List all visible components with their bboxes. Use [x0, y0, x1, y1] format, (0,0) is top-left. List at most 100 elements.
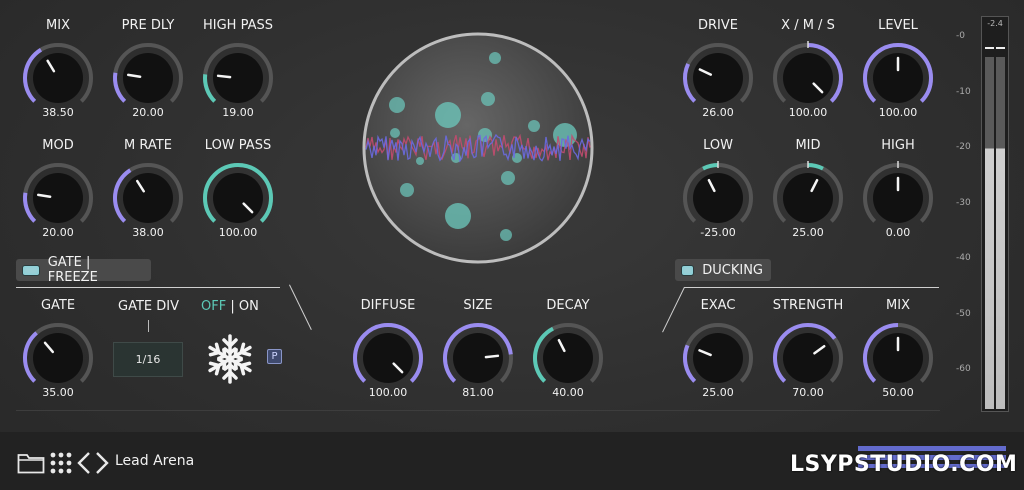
strength-knob-body [783, 333, 833, 383]
gate-freeze-label: GATE | FREEZE [47, 255, 98, 285]
exac-arc [683, 344, 697, 383]
meter-scale-tick: -20 [956, 142, 971, 152]
mod-dial[interactable] [20, 160, 96, 236]
gate-div-tick [148, 320, 149, 332]
decay-label: DECAY [546, 298, 590, 313]
duck-mix-dial[interactable] [860, 320, 936, 396]
m-rate-value: 38.00 [132, 226, 164, 239]
strength-knob[interactable]: STRENGTH 70.00 [758, 298, 858, 408]
level-dial[interactable] [860, 40, 936, 116]
size-dial[interactable] [440, 320, 516, 396]
pre-dly-knob-body [123, 53, 173, 103]
exac-label: EXAC [700, 298, 736, 313]
freeze-sep: | [226, 299, 239, 314]
mod-knob[interactable]: MOD 20.00 [8, 138, 108, 248]
mix-knob-body [33, 53, 83, 103]
mod-knob-body [33, 173, 83, 223]
low-pass-knob-body [213, 173, 263, 223]
folder-icon[interactable] [17, 452, 45, 474]
m-rate-knob[interactable]: M RATE 38.00 [98, 138, 198, 248]
exac-dial[interactable] [680, 320, 756, 396]
prev-preset-icon[interactable] [77, 451, 91, 475]
freeze-p-label: P [271, 351, 278, 362]
high-dial[interactable] [860, 160, 936, 236]
low-knob-body [693, 173, 743, 223]
diffuse-dial[interactable] [350, 320, 426, 396]
pre-dly-knob[interactable]: PRE DLY 20.00 [98, 18, 198, 128]
mod-value: 20.00 [42, 226, 74, 239]
duck-mix-label: MIX [886, 298, 910, 313]
gate-knob[interactable]: GATE 35.00 [8, 298, 108, 408]
mix-knob[interactable]: MIX 38.50 [8, 18, 108, 128]
low-label: LOW [703, 138, 733, 153]
gate-freeze-toggle[interactable]: GATE | FREEZE [16, 255, 151, 285]
ducking-led [681, 264, 695, 276]
level-knob[interactable]: LEVEL 100.00 [848, 18, 948, 128]
strength-label: STRENGTH [772, 298, 844, 313]
gate-dial[interactable] [20, 320, 96, 396]
gate-knob-body [33, 333, 83, 383]
meter-scale-tick: -30 [956, 197, 971, 208]
mix-dial[interactable] [20, 40, 96, 116]
diffuse-value: 100.00 [368, 386, 408, 399]
high-pass-indicator [216, 74, 232, 79]
diffuse-knob-body [363, 333, 413, 383]
meter-readout: -2.4 [987, 19, 1003, 28]
gate-div-display[interactable]: 1/16 [113, 342, 183, 377]
next-preset-icon[interactable] [95, 451, 109, 475]
meter-scale-tick: -0 [956, 31, 965, 41]
mod-label: MOD [42, 138, 74, 153]
high-value: 0.00 [885, 226, 911, 239]
pre-dly-value: 20.00 [132, 106, 164, 119]
freeze-p-button[interactable]: P [267, 349, 282, 364]
xms-dial[interactable] [770, 40, 846, 116]
pre-dly-dial[interactable] [110, 40, 186, 116]
freeze-off-label: OFF [201, 299, 227, 314]
mid-knob[interactable]: MID 25.00 [758, 138, 858, 248]
size-knob[interactable]: SIZE 81.00 [428, 298, 528, 408]
duck-mix-value: 50.00 [882, 386, 914, 399]
drive-arc [683, 63, 697, 103]
duck-mix-knob[interactable]: MIX 50.00 [848, 298, 948, 408]
high-pass-label: HIGH PASS [203, 18, 273, 33]
meter-peak-left [985, 47, 994, 49]
ducking-toggle[interactable]: DUCKING [675, 259, 771, 281]
mix-label: MIX [46, 18, 70, 33]
diffuse-knob[interactable]: DIFFUSE 100.00 [338, 298, 438, 408]
level-label: LEVEL [878, 18, 918, 33]
decay-dial[interactable] [530, 320, 606, 396]
snowflake-icon[interactable] [203, 332, 257, 386]
high-pass-dial[interactable] [200, 40, 276, 116]
gate-label: GATE [40, 298, 76, 313]
ducking-label: DUCKING [702, 262, 763, 278]
output-meter: -2.4 [981, 16, 1009, 412]
mid-label: MID [795, 138, 821, 153]
low-pass-knob[interactable]: LOW PASS 100.00 [188, 138, 288, 248]
gate-value: 35.00 [42, 386, 74, 399]
high-knob[interactable]: HIGH 0.00 [848, 138, 948, 248]
low-pass-label: LOW PASS [204, 138, 272, 153]
preset-name[interactable]: Lead Arena [115, 453, 194, 469]
drive-knob-body [693, 53, 743, 103]
drive-dial[interactable] [680, 40, 756, 116]
meter-bar-left [985, 57, 994, 409]
xms-knob[interactable]: X / M / S 100.00 [758, 18, 858, 128]
low-dial[interactable] [680, 160, 756, 236]
low-value: -25.00 [700, 226, 736, 239]
mid-arc [807, 163, 824, 171]
ducking-section-divider [684, 287, 939, 288]
exac-value: 25.00 [702, 386, 734, 399]
mid-dial[interactable] [770, 160, 846, 236]
low-knob[interactable]: LOW -25.00 [668, 138, 768, 248]
high-pass-knob[interactable]: HIGH PASS 19.00 [188, 18, 288, 128]
decay-knob[interactable]: DECAY 40.00 [518, 298, 618, 408]
lower-divider [16, 410, 940, 411]
drive-label: DRIVE [698, 18, 738, 33]
freeze-switch[interactable]: OFF | ON [201, 299, 259, 314]
drive-knob[interactable]: DRIVE 26.00 [668, 18, 768, 128]
low-pass-dial[interactable] [200, 160, 276, 236]
m-rate-dial[interactable] [110, 160, 186, 236]
exac-knob[interactable]: EXAC 25.00 [668, 298, 768, 408]
strength-dial[interactable] [770, 320, 846, 396]
grid-menu-icon[interactable] [50, 452, 72, 474]
